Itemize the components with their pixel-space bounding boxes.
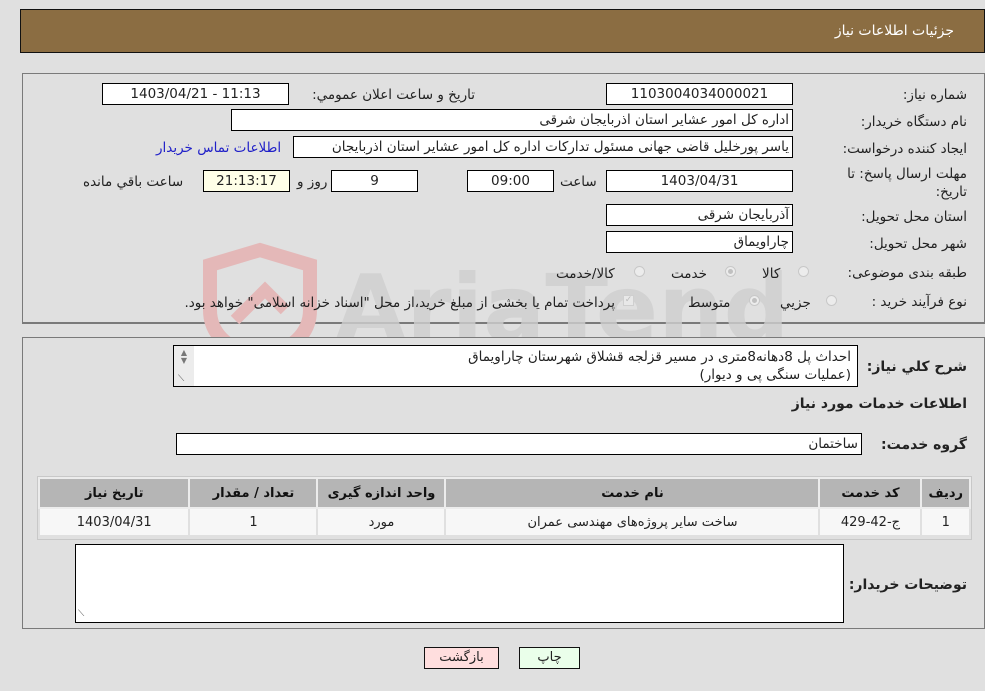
cell-need-date: 1403/04/31	[37, 507, 191, 537]
scroll-arrows-icon[interactable]: ▲ ▼	[174, 346, 194, 365]
header-unit: واحد اندازه گیری	[316, 477, 447, 509]
buyer-org-field: اداره کل امور عشایر استان اذربایجان شرقی	[231, 109, 793, 131]
buyer-notes-label: توضیحات خریدار:	[848, 577, 967, 593]
process-label: نوع فرآیند خرید :	[871, 294, 967, 310]
remaining-time-label: ساعت باقي مانده	[83, 174, 184, 190]
category-option-goods: کالا	[762, 266, 781, 282]
cell-service-code: ج-42-429	[818, 507, 923, 537]
header-service-code: کد خدمت	[818, 477, 923, 509]
page-title: جزئيات اطلاعات نیاز	[834, 23, 954, 39]
remaining-time-field: 21:13:17	[203, 170, 290, 192]
textarea-scrollbar[interactable]: ▲ ▼ ⟍	[174, 346, 194, 386]
treasury-checkbox-label: پرداخت تمام یا بخشی از مبلغ خرید،از محل …	[184, 295, 615, 311]
cell-row-number: 1	[920, 507, 971, 537]
announce-datetime-label: تاريخ و ساعت اعلان عمومي:	[312, 87, 475, 103]
resize-grip-icon[interactable]: ⟍	[178, 374, 184, 384]
back-button[interactable]: بازگشت	[424, 647, 499, 669]
buyer-org-label: نام دستگاه خریدار:	[860, 114, 967, 130]
services-section-title: اطلاعات خدمات مورد نیاز	[791, 396, 967, 412]
process-radio-minor[interactable]	[826, 295, 837, 306]
resize-grip-icon[interactable]: ⟍	[78, 609, 84, 619]
header-need-date: تاریخ نیاز	[37, 477, 191, 509]
category-option-goods-service: کالا/خدمت	[556, 266, 615, 282]
services-table: ردیف کد خدمت نام خدمت واحد اندازه گیری ت…	[37, 477, 971, 537]
divider	[22, 323, 985, 324]
need-number-field: 1103004034000021	[606, 83, 793, 105]
province-label: استان محل تحویل:	[861, 209, 967, 225]
requester-field: یاسر پورخلیل قاضی جهانی مسئول تدارکات اد…	[293, 136, 793, 158]
header-service-name: نام خدمت	[444, 477, 821, 509]
table-row: 1 ج-42-429 ساخت سایر پروژه‌های مهندسی عم…	[37, 507, 971, 537]
buyer-contact-link[interactable]: اطلاعات تماس خریدار	[156, 140, 281, 156]
category-radio-goods-service[interactable]	[634, 266, 645, 277]
description-text-line2: (عملیات سنگی پی و دیوار)	[699, 367, 851, 383]
province-field: آذربایجان شرقی	[606, 204, 793, 226]
need-number-label: شماره نیاز:	[902, 87, 967, 103]
description-text-line1: احداث پل 8دهانه8متری در مسیر قزلجه قشلاق…	[468, 349, 851, 365]
cell-unit: مورد	[316, 507, 447, 537]
description-label: شرح کلي نياز:	[866, 359, 967, 375]
buyer-notes-textarea[interactable]: ⟍	[75, 544, 844, 623]
category-option-service: خدمت	[671, 266, 707, 282]
treasury-checkbox[interactable]: ✓	[623, 295, 634, 306]
process-option-minor: جزيي	[780, 295, 811, 311]
process-option-medium: متوسط	[688, 295, 731, 311]
description-textarea[interactable]: ▲ ▼ ⟍ احداث پل 8دهانه8متری در مسیر قزلجه …	[173, 345, 858, 387]
service-group-field: ساختمان	[176, 433, 862, 455]
service-group-label: گروه خدمت:	[881, 437, 967, 453]
header-row-number: ردیف	[920, 477, 971, 509]
announce-datetime-field: 1403/04/21 - 11:13	[102, 83, 289, 105]
requester-label: ایجاد کننده درخواست:	[842, 141, 967, 157]
table-header-row: ردیف کد خدمت نام خدمت واحد اندازه گیری ت…	[37, 477, 971, 509]
category-radio-goods[interactable]	[798, 266, 809, 277]
deadline-date-field: 1403/04/31	[606, 170, 793, 192]
category-radio-service[interactable]	[725, 266, 736, 277]
city-field: چاراویماق	[606, 231, 793, 253]
page-header: جزئيات اطلاعات نیاز	[20, 9, 985, 53]
cell-quantity: 1	[188, 507, 319, 537]
city-label: شهر محل تحویل:	[869, 236, 967, 252]
time-label: ساعت	[560, 174, 597, 190]
deadline-label: مهلت ارسال پاسخ: تا تاریخ:	[847, 166, 967, 200]
header-quantity: تعداد / مقدار	[188, 477, 319, 509]
process-radio-medium[interactable]	[749, 295, 760, 306]
deadline-time-field: 09:00	[467, 170, 554, 192]
days-remaining-field: 9	[331, 170, 418, 192]
print-button[interactable]: چاپ	[519, 647, 580, 669]
cell-service-name: ساخت سایر پروژه‌های مهندسی عمران	[444, 507, 821, 537]
category-label: طبقه بندی موضوعی:	[847, 265, 967, 281]
days-label: روز و	[297, 174, 328, 190]
